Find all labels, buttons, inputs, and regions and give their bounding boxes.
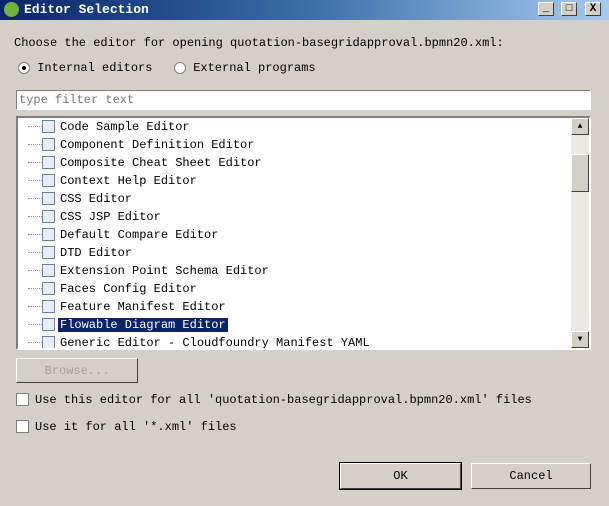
editor-label: CSS Editor: [60, 192, 133, 206]
tree-connector: [28, 342, 42, 344]
compare-icon: [42, 228, 55, 242]
scroll-down-button[interactable]: ▼: [571, 331, 589, 348]
window-title: Editor Selection: [24, 2, 149, 17]
ok-button[interactable]: OK: [339, 462, 462, 490]
tree-connector: [28, 198, 42, 200]
scroll-up-button[interactable]: ▲: [571, 118, 589, 135]
radio-label: External programs: [193, 61, 316, 75]
editor-label: Faces Config Editor: [60, 282, 197, 296]
tree-connector: [28, 288, 42, 290]
radio-button[interactable]: [18, 61, 30, 74]
radio-external[interactable]: External programs: [174, 61, 316, 75]
editor-list-item[interactable]: DTD Editor: [28, 244, 134, 262]
vertical-scrollbar[interactable]: ▲ ▼: [571, 118, 589, 348]
tree-connector: [28, 252, 42, 254]
cheat-sheet-icon: [42, 156, 55, 170]
editor-label: Flowable Diagram Editor: [58, 318, 228, 332]
filter-input[interactable]: [16, 90, 591, 110]
title-bar: Editor Selection _ □ X: [0, 0, 609, 20]
editor-label: Feature Manifest Editor: [60, 300, 226, 314]
editor-list-item[interactable]: Faces Config Editor: [28, 280, 199, 298]
tree-connector: [28, 306, 42, 308]
checkbox[interactable]: [16, 393, 29, 407]
tree-connector: [28, 180, 42, 182]
editor-list-item[interactable]: Composite Cheat Sheet Editor: [28, 154, 264, 172]
tree-connector: [28, 216, 42, 218]
checkbox[interactable]: [16, 420, 29, 434]
css-file-icon: [42, 210, 55, 224]
faces-config-icon: [42, 282, 55, 296]
editor-label: Component Definition Editor: [60, 138, 255, 152]
editor-label: Composite Cheat Sheet Editor: [60, 156, 262, 170]
tree-connector: [28, 126, 42, 128]
browse-button[interactable]: Browse...: [16, 358, 138, 383]
tree-connector: [28, 234, 42, 236]
radio-label: Internal editors: [37, 61, 153, 75]
flowable-icon: [42, 318, 55, 332]
editor-list-item[interactable]: Default Compare Editor: [28, 226, 220, 244]
tree-connector: [28, 144, 42, 146]
editor-label: Default Compare Editor: [60, 228, 219, 242]
close-button[interactable]: X: [585, 2, 601, 16]
radio-internal[interactable]: Internal editors: [18, 61, 152, 75]
checkbox-label: Use this editor for all 'quotation-baseg…: [35, 393, 532, 407]
editor-label: Context Help Editor: [60, 174, 197, 188]
editor-list-item[interactable]: Feature Manifest Editor: [28, 298, 228, 316]
editor-list-item[interactable]: CSS Editor: [28, 190, 134, 208]
editor-list-item[interactable]: Extension Point Schema Editor: [28, 262, 271, 280]
spring-logo-icon: [4, 2, 19, 17]
tree-connector: [28, 324, 42, 326]
help-book-icon: [42, 174, 55, 188]
radio-button[interactable]: [174, 61, 186, 74]
prompt-label: Choose the editor for opening quotation-…: [14, 36, 504, 50]
checkbox-label: Use it for all '*.xml' files: [35, 420, 237, 434]
editor-list-item[interactable]: Generic Editor - Cloudfoundry Manifest Y…: [28, 334, 372, 350]
minimize-button[interactable]: _: [538, 2, 554, 16]
editor-list-item[interactable]: CSS JSP Editor: [28, 208, 163, 226]
code-sample-icon: [42, 120, 55, 134]
css-file-icon: [42, 192, 55, 206]
editor-label: Extension Point Schema Editor: [60, 264, 269, 278]
tree-connector: [28, 162, 42, 164]
maximize-button[interactable]: □: [561, 2, 577, 16]
editor-list-item[interactable]: Component Definition Editor: [28, 136, 256, 154]
editor-label: Generic Editor - Cloudfoundry Manifest Y…: [60, 336, 370, 350]
tree-connector: [28, 270, 42, 272]
editor-list-item[interactable]: Flowable Diagram Editor: [28, 316, 228, 334]
component-icon: [42, 138, 55, 152]
dtd-file-icon: [42, 246, 55, 260]
editor-label: Code Sample Editor: [60, 120, 190, 134]
editor-list[interactable]: ▲ ▼ Code Sample Editor Component Definiti…: [16, 116, 591, 350]
plugin-icon: [42, 264, 55, 278]
cloud-icon: [42, 336, 55, 348]
editor-label: DTD Editor: [60, 246, 133, 260]
editor-label: CSS JSP Editor: [60, 210, 161, 224]
checkbox-use-for-extension[interactable]: Use it for all '*.xml' files: [16, 420, 237, 434]
cancel-button[interactable]: Cancel: [471, 463, 591, 489]
feature-icon: [42, 300, 55, 314]
editor-list-item[interactable]: Code Sample Editor: [28, 118, 192, 136]
checkbox-use-for-file[interactable]: Use this editor for all 'quotation-baseg…: [16, 393, 532, 407]
scroll-thumb[interactable]: [571, 154, 589, 192]
editor-list-item[interactable]: Context Help Editor: [28, 172, 199, 190]
